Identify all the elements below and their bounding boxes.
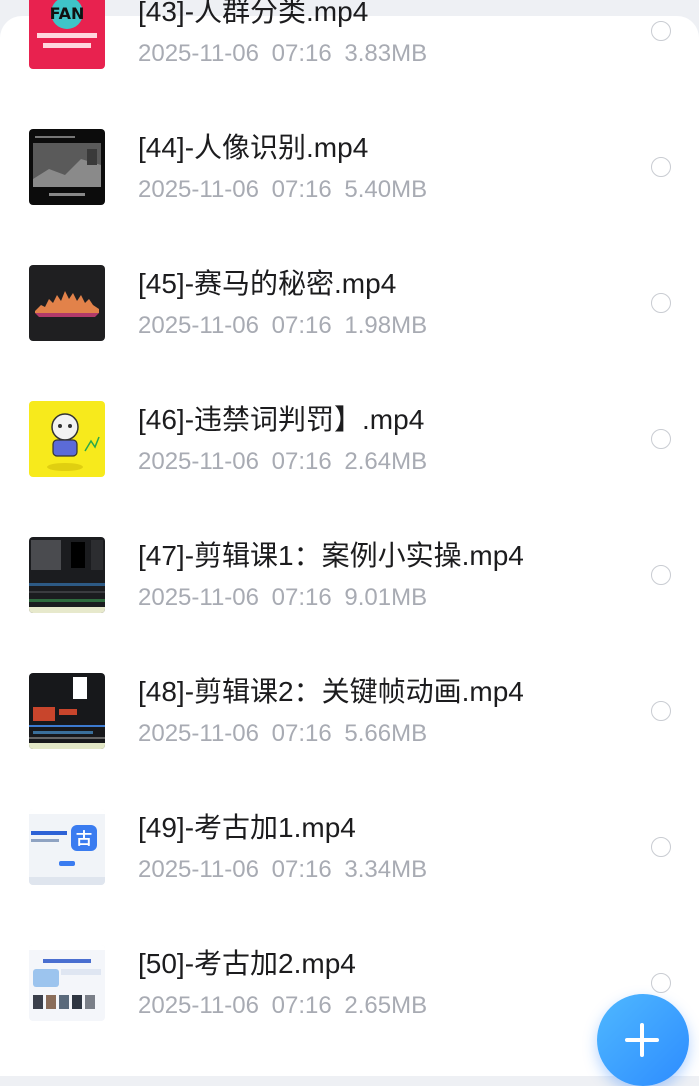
file-date: 2025-11-06 [138, 448, 259, 475]
file-row[interactable]: [50]-考古加2.mp4 2025-11-06 07:16 2.65MB [0, 945, 699, 1081]
file-name: [44]-人像识别.mp4 [138, 132, 369, 163]
video-thumbnail [29, 945, 105, 1021]
file-name: [49]-考古加1.mp4 [138, 812, 356, 843]
select-radio[interactable] [651, 429, 671, 449]
file-row[interactable]: 古 [49]-考古加1.mp4 2025-11-06 07:16 3.34MB [0, 809, 699, 945]
video-thumbnail [29, 265, 105, 341]
file-meta: 2025-11-06 07:16 9.01MB [138, 583, 427, 613]
video-thumbnail [29, 537, 105, 613]
file-meta: 2025-11-06 07:16 2.65MB [138, 991, 427, 1021]
file-date: 2025-11-06 [138, 856, 259, 883]
select-radio[interactable] [651, 837, 671, 857]
video-thumbnail [29, 673, 105, 749]
add-button[interactable] [597, 994, 689, 1086]
file-name: [48]-剪辑课2：关键帧动画.mp4 [138, 676, 524, 707]
select-radio[interactable] [651, 701, 671, 721]
file-row[interactable]: [44]-人像识别.mp4 2025-11-06 07:16 5.40MB [0, 129, 699, 265]
file-size: 3.34MB [344, 856, 428, 883]
file-time: 07:16 [271, 856, 332, 883]
file-date: 2025-11-06 [138, 720, 259, 747]
file-time: 07:16 [271, 312, 332, 339]
file-size: 2.64MB [344, 448, 428, 475]
video-thumbnail [29, 129, 105, 205]
file-date: 2025-11-06 [138, 40, 259, 67]
file-time: 07:16 [271, 40, 332, 67]
file-name: [43]-人群分类.mp4 [138, 0, 369, 27]
file-row[interactable]: [48]-剪辑课2：关键帧动画.mp4 2025-11-06 07:16 5.6… [0, 673, 699, 809]
file-size: 5.66MB [344, 720, 428, 747]
file-size: 5.40MB [344, 176, 428, 203]
file-size: 3.83MB [344, 40, 428, 67]
file-name: [50]-考古加2.mp4 [138, 948, 356, 979]
file-size: 9.01MB [344, 584, 428, 611]
file-size: 1.98MB [344, 312, 428, 339]
video-thumbnail: FAN [29, 0, 105, 69]
video-thumbnail: 古 [29, 809, 105, 885]
file-meta: 2025-11-06 07:16 2.64MB [138, 447, 427, 477]
file-meta: 2025-11-06 07:16 5.66MB [138, 719, 427, 749]
file-name: [47]-剪辑课1：案例小实操.mp4 [138, 540, 524, 571]
select-radio[interactable] [651, 973, 671, 993]
file-time: 07:16 [271, 992, 332, 1019]
file-time: 07:16 [271, 720, 332, 747]
file-meta: 2025-11-06 07:16 3.83MB [138, 39, 427, 69]
file-row[interactable]: [47]-剪辑课1：案例小实操.mp4 2025-11-06 07:16 9.0… [0, 537, 699, 673]
svg-text:FAN: FAN [50, 4, 85, 23]
plus-icon-vertical [640, 1023, 644, 1057]
file-date: 2025-11-06 [138, 992, 259, 1019]
select-radio[interactable] [651, 157, 671, 177]
file-name: [45]-赛马的秘密.mp4 [138, 268, 397, 299]
file-time: 07:16 [271, 448, 332, 475]
file-name: [46]-违禁词判罚】.mp4 [138, 404, 425, 435]
svg-text:古: 古 [76, 829, 92, 848]
file-size: 2.65MB [344, 992, 428, 1019]
select-radio[interactable] [651, 565, 671, 585]
file-meta: 2025-11-06 07:16 5.40MB [138, 175, 427, 205]
file-meta: 2025-11-06 07:16 3.34MB [138, 855, 427, 885]
file-date: 2025-11-06 [138, 176, 259, 203]
file-row[interactable]: [46]-违禁词判罚】.mp4 2025-11-06 07:16 2.64MB [0, 401, 699, 537]
file-row[interactable]: FAN [43]-人群分类.mp4 2025-11-06 07:16 3.83M… [0, 0, 699, 129]
file-time: 07:16 [271, 584, 332, 611]
select-radio[interactable] [651, 293, 671, 313]
file-list-sheet: FAN [43]-人群分类.mp4 2025-11-06 07:16 3.83M… [0, 0, 699, 1076]
video-thumbnail [29, 401, 105, 477]
file-meta: 2025-11-06 07:16 1.98MB [138, 311, 427, 341]
select-radio[interactable] [651, 21, 671, 41]
file-list: FAN [43]-人群分类.mp4 2025-11-06 07:16 3.83M… [0, 0, 699, 1081]
file-time: 07:16 [271, 176, 332, 203]
file-row[interactable]: [45]-赛马的秘密.mp4 2025-11-06 07:16 1.98MB [0, 265, 699, 401]
file-date: 2025-11-06 [138, 584, 259, 611]
file-date: 2025-11-06 [138, 312, 259, 339]
